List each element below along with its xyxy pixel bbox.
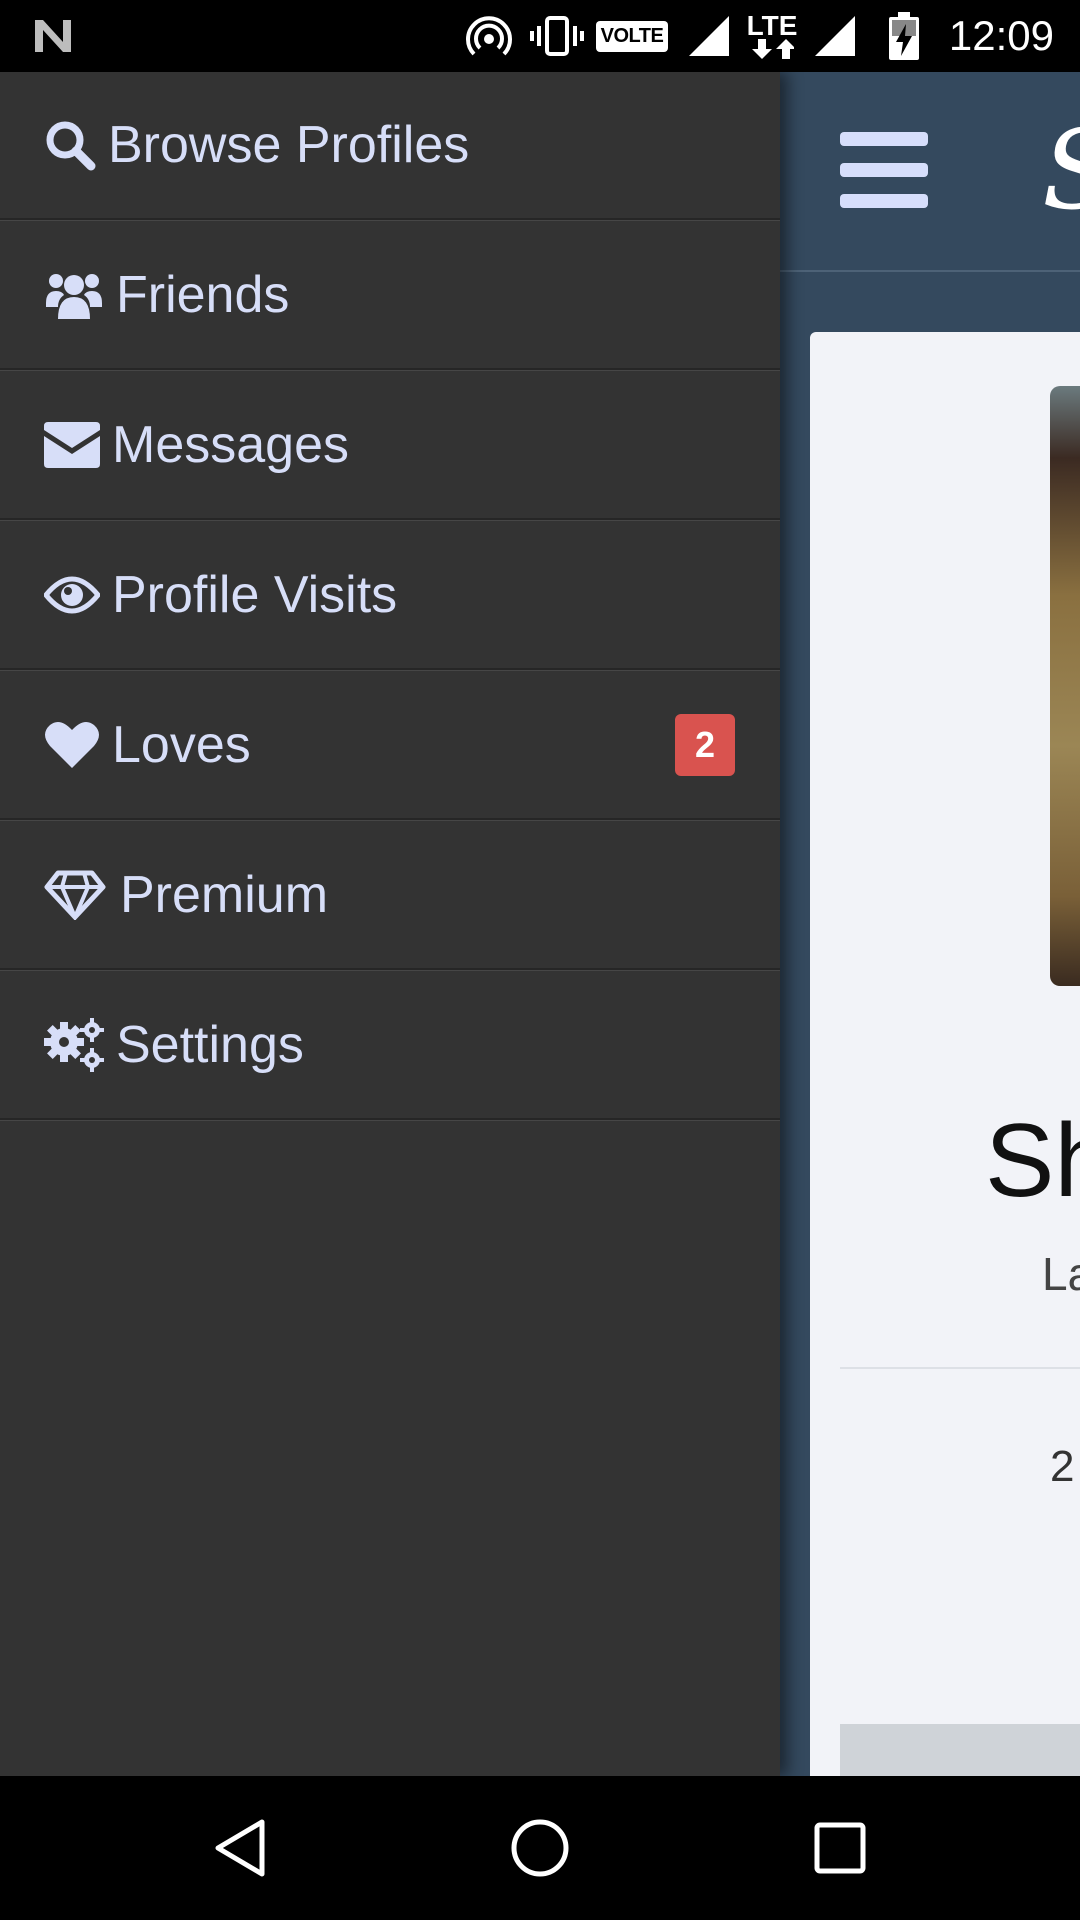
signal-icon bbox=[812, 0, 858, 72]
profile-card: Sh La 2 bbox=[810, 332, 1080, 1776]
drawer-item-friends[interactable]: Friends bbox=[0, 222, 780, 370]
signal-icon bbox=[686, 0, 732, 72]
drawer-item-label: Friends bbox=[116, 266, 290, 324]
drawer-item-profile-visits[interactable]: Profile Visits bbox=[0, 522, 780, 670]
drawer-item-label: Loves bbox=[112, 716, 251, 774]
volte-label: VOLTE bbox=[595, 20, 669, 52]
profile-age: 2 bbox=[1050, 1442, 1075, 1491]
notification-n-icon bbox=[28, 0, 78, 72]
profile-location: La bbox=[1042, 1248, 1080, 1300]
lte-icon: LTE bbox=[744, 0, 800, 72]
drawer-item-premium[interactable]: Premium bbox=[0, 822, 780, 970]
profile-photo[interactable] bbox=[1050, 386, 1080, 986]
hamburger-menu-icon[interactable] bbox=[840, 132, 930, 208]
gears-icon bbox=[44, 1018, 104, 1072]
drawer-item-label: Messages bbox=[112, 416, 349, 474]
recents-icon[interactable] bbox=[770, 1776, 910, 1920]
profile-section bbox=[840, 1724, 1080, 1776]
status-bar: VOLTE LTE 12:09 bbox=[0, 0, 1080, 72]
profile-name: Sh bbox=[985, 1103, 1080, 1219]
drawer-item-messages[interactable]: Messages bbox=[0, 372, 780, 520]
search-icon bbox=[44, 119, 96, 171]
drawer-item-label: Profile Visits bbox=[112, 566, 398, 624]
app-logo: S bbox=[1042, 106, 1080, 234]
drawer-item-loves[interactable]: Loves 2 bbox=[0, 672, 780, 820]
app-header: S bbox=[780, 72, 1080, 272]
eye-icon bbox=[44, 575, 100, 615]
notification-badge: 2 bbox=[675, 714, 735, 776]
navigation-drawer: Browse Profiles Friends Messages Profile… bbox=[0, 72, 780, 1776]
status-clock: 12:09 bbox=[948, 12, 1054, 59]
home-icon[interactable] bbox=[470, 1776, 610, 1920]
app-background: S Sh La 2 bbox=[780, 72, 1080, 1776]
navigation-bar bbox=[0, 1776, 1080, 1920]
users-icon bbox=[44, 269, 104, 321]
drawer-item-browse-profiles[interactable]: Browse Profiles bbox=[0, 72, 780, 220]
heart-icon bbox=[44, 720, 100, 770]
battery-charging-icon bbox=[884, 0, 924, 72]
drawer-item-settings[interactable]: Settings bbox=[0, 972, 780, 1120]
volte-icon: VOLTE bbox=[595, 0, 669, 72]
screen: VOLTE LTE 12:09 S L 2 Browse Profiles Fr… bbox=[0, 0, 1080, 1920]
divider bbox=[840, 1367, 1080, 1369]
vibrate-icon bbox=[528, 0, 586, 72]
drawer-item-label: Premium bbox=[120, 866, 329, 924]
envelope-icon bbox=[44, 422, 100, 468]
drawer-item-label: Settings bbox=[116, 1016, 304, 1074]
diamond-icon bbox=[44, 870, 106, 920]
lte-label: LTE bbox=[746, 10, 798, 41]
back-icon[interactable] bbox=[170, 1776, 310, 1920]
drawer-item-label: Browse Profiles bbox=[108, 116, 470, 174]
hotspot-icon bbox=[465, 0, 513, 72]
